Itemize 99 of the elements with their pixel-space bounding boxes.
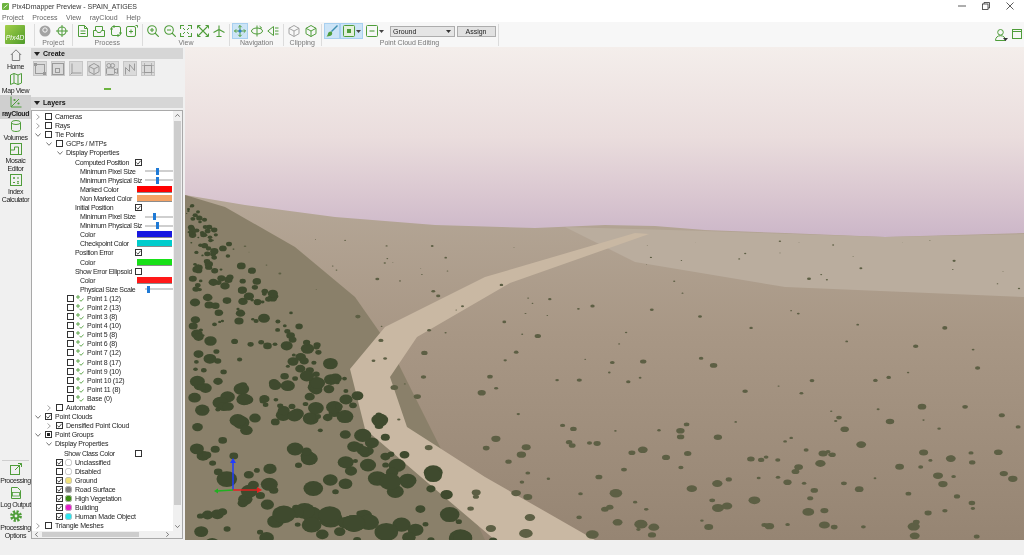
- checkbox[interactable]: [45, 413, 52, 421]
- slider-track[interactable]: [145, 167, 173, 175]
- checkbox[interactable]: [45, 122, 52, 130]
- caret-down-icon: [446, 29, 451, 33]
- chevron-up-icon[interactable]: [175, 114, 180, 117]
- checkbox[interactable]: [135, 449, 142, 457]
- checkbox[interactable]: [56, 422, 63, 430]
- checkbox[interactable]: [56, 404, 63, 412]
- checkbox[interactable]: [56, 458, 63, 466]
- chevron-right-icon[interactable]: [36, 113, 40, 120]
- caret-down-icon: [34, 100, 40, 105]
- terrain-view-drawing[interactable]: [185, 47, 1024, 540]
- scrollbar-thumb[interactable]: [42, 532, 139, 537]
- slider-thumb[interactable]: [156, 167, 160, 175]
- checkbox[interactable]: [135, 249, 142, 257]
- checkbox[interactable]: [45, 131, 52, 139]
- checkbox[interactable]: [56, 485, 63, 493]
- slider-thumb[interactable]: [156, 222, 160, 230]
- chevron-down-icon[interactable]: [35, 414, 41, 419]
- color-swatch[interactable]: [137, 231, 172, 239]
- close-icon: [1006, 2, 1014, 10]
- slider-thumb[interactable]: [156, 176, 160, 184]
- document-icon: [9, 486, 22, 499]
- checkbox[interactable]: [56, 513, 63, 521]
- checkbox[interactable]: [67, 349, 74, 357]
- chevron-down-icon[interactable]: [46, 441, 52, 446]
- chevron-left-icon[interactable]: [35, 532, 38, 537]
- checkbox[interactable]: [67, 376, 74, 384]
- chevron-right-icon[interactable]: [166, 532, 169, 537]
- checkbox[interactable]: [67, 313, 74, 321]
- chevron-right-icon[interactable]: [36, 122, 40, 129]
- checkbox[interactable]: [135, 158, 142, 166]
- user-icon: [995, 29, 1008, 41]
- color-swatch[interactable]: [137, 276, 172, 284]
- color-swatch[interactable]: [137, 240, 172, 248]
- scatter-axes-icon: [9, 96, 22, 108]
- map-icon: [9, 72, 22, 85]
- slider-track[interactable]: [145, 222, 173, 230]
- polyline-icon: [124, 62, 136, 75]
- checkbox[interactable]: [45, 522, 52, 530]
- angle-icon: [70, 62, 82, 75]
- video-camera-icon: [106, 62, 118, 75]
- chevron-right-icon[interactable]: [36, 522, 40, 529]
- plus-check-icon: [76, 294, 84, 302]
- checkbox[interactable]: [45, 431, 52, 439]
- chevron-down-icon[interactable]: [175, 525, 180, 528]
- checkbox[interactable]: [67, 304, 74, 311]
- color-swatch[interactable]: [137, 258, 172, 266]
- checkbox[interactable]: [67, 394, 74, 402]
- checkbox[interactable]: [67, 367, 74, 375]
- slider-track[interactable]: [145, 176, 173, 184]
- color-swatch[interactable]: [137, 185, 172, 193]
- caret-down-icon: [34, 51, 40, 56]
- checkbox[interactable]: [56, 476, 63, 484]
- minimize-icon: [958, 2, 966, 10]
- checkbox[interactable]: [45, 113, 52, 121]
- chevron-down-icon[interactable]: [35, 132, 41, 137]
- checkbox[interactable]: [67, 322, 74, 330]
- checkbox[interactable]: [67, 358, 74, 366]
- restore-icon: [982, 2, 990, 10]
- horizontal-scrollbar[interactable]: [32, 531, 182, 538]
- splitter-handle[interactable]: [103, 88, 111, 90]
- frame-icon: [142, 62, 154, 75]
- square-minus-button[interactable]: [363, 23, 387, 39]
- scrollbar-thumb[interactable]: [174, 121, 181, 505]
- square-inset-icon: [52, 62, 64, 75]
- home-icon: [9, 49, 22, 61]
- checkbox[interactable]: [135, 204, 142, 211]
- slider-thumb[interactable]: [147, 285, 150, 293]
- axes-icon: [213, 457, 263, 494]
- chevron-down-icon[interactable]: [57, 150, 63, 155]
- cube-icon: [88, 62, 100, 75]
- color-swatch[interactable]: [137, 194, 172, 202]
- checkbox[interactable]: [56, 495, 63, 502]
- rectangle-icon: [34, 62, 46, 75]
- cylinder-icon: [9, 119, 22, 132]
- checkbox[interactable]: [135, 267, 142, 275]
- vertical-scrollbar[interactable]: [173, 111, 182, 531]
- mosaic-icon: [9, 143, 22, 155]
- checkbox[interactable]: [67, 385, 74, 393]
- account-button[interactable]: [995, 29, 1008, 41]
- plus-check-icon: [76, 304, 84, 311]
- gear-icon: [9, 510, 22, 522]
- checkbox[interactable]: [56, 140, 63, 148]
- slider-track[interactable]: [145, 285, 173, 293]
- slider-track[interactable]: [145, 213, 173, 221]
- chevron-down-icon[interactable]: [46, 141, 52, 146]
- chevron-right-icon[interactable]: [47, 404, 51, 411]
- window-icon: [1012, 29, 1022, 39]
- checkbox[interactable]: [67, 331, 74, 339]
- chevron-down-icon[interactable]: [35, 432, 41, 437]
- window-button[interactable]: [1012, 29, 1022, 39]
- checkbox[interactable]: [56, 467, 63, 475]
- calculator-icon: [9, 174, 22, 186]
- checkbox[interactable]: [56, 504, 63, 512]
- slider-thumb[interactable]: [153, 213, 157, 221]
- checkbox[interactable]: [67, 294, 74, 302]
- square-dot-button[interactable]: [340, 23, 363, 39]
- checkbox[interactable]: [67, 340, 74, 348]
